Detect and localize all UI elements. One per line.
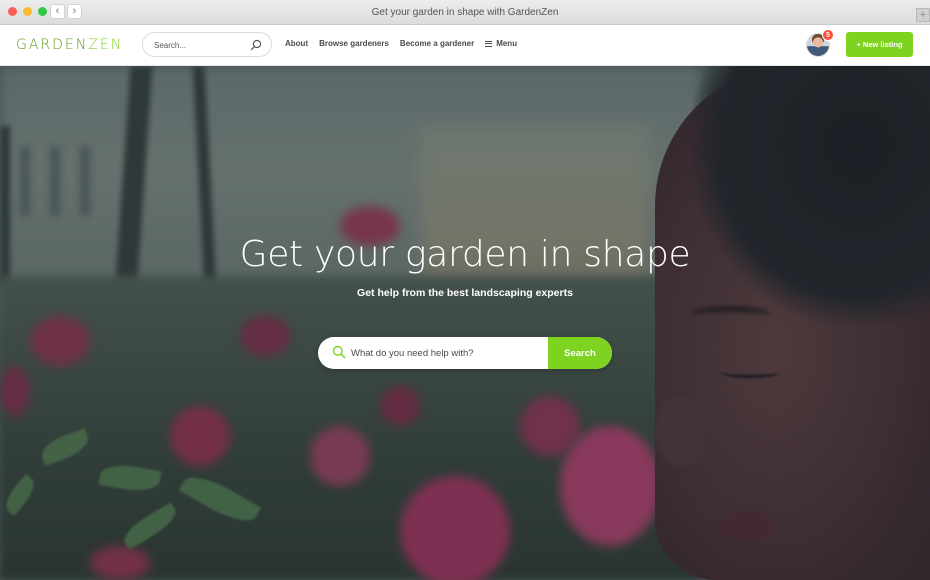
main-nav: About Browse gardeners Become a gardener… <box>285 39 517 48</box>
site-header: GARDENZEN About Browse gardeners Become … <box>0 25 930 66</box>
window-title: Get your garden in shape with GardenZen <box>371 7 559 18</box>
nav-become-gardener[interactable]: Become a gardener <box>400 39 474 48</box>
hero-search-input[interactable] <box>351 345 541 361</box>
header-search <box>142 32 272 57</box>
hero-overlay <box>0 66 930 580</box>
logo-zen: ZEN <box>88 37 124 53</box>
logo[interactable]: GARDENZEN <box>16 37 123 53</box>
logo-garden: GARDEN <box>16 37 89 53</box>
notification-badge[interactable]: 5 <box>822 29 834 41</box>
nav-browse-gardeners[interactable]: Browse gardeners <box>319 39 389 48</box>
search-icon[interactable] <box>250 39 262 51</box>
new-tab-button[interactable]: + <box>916 8 930 22</box>
hero-section: Get your garden in shape Get help from t… <box>0 66 930 580</box>
hero-search-button[interactable]: Search <box>548 337 612 369</box>
nav-menu[interactable]: Menu <box>485 39 517 48</box>
nav-menu-label: Menu <box>496 39 518 48</box>
new-listing-button[interactable]: + New listing <box>846 32 913 57</box>
hero-title: Get your garden in shape <box>239 234 691 275</box>
hamburger-icon <box>485 40 493 47</box>
hero-subtitle: Get help from the best landscaping exper… <box>357 287 573 299</box>
header-search-input[interactable] <box>154 38 246 52</box>
search-icon <box>332 345 346 359</box>
hero-search-bar: Search <box>318 337 612 369</box>
nav-about[interactable]: About <box>285 39 308 48</box>
browser-chrome: ‹ › Get your garden in shape with Garden… <box>0 0 930 25</box>
